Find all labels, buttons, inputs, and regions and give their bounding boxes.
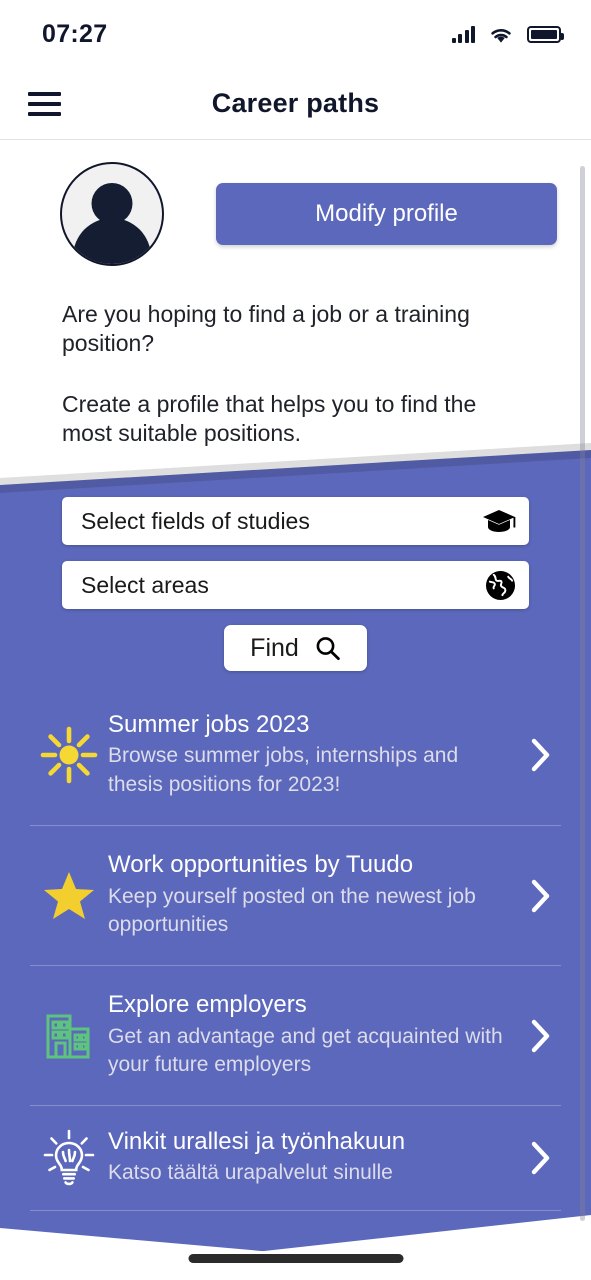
lightbulb-icon <box>30 1129 108 1187</box>
select-areas-label: Select areas <box>81 571 209 598</box>
find-button-label: Find <box>250 633 299 662</box>
list-item[interactable]: Summer jobs 2023 Browse summer jobs, int… <box>30 685 561 825</box>
signal-bars-icon <box>451 25 475 43</box>
career-links-list: Summer jobs 2023 Browse summer jobs, int… <box>0 685 591 1211</box>
profile-header: Modify profile <box>0 162 591 266</box>
find-button[interactable]: Find <box>224 625 367 671</box>
avatar-body <box>73 218 151 264</box>
intro-text-block: Are you hoping to find a job or a traini… <box>62 300 531 448</box>
chevron-right-icon[interactable] <box>521 1019 561 1053</box>
list-item-subtitle: Keep yourself posted on the newest job o… <box>108 884 476 937</box>
home-indicator-bar <box>188 1254 403 1263</box>
app-bar: Career paths <box>0 68 591 140</box>
chevron-right-icon[interactable] <box>521 879 561 913</box>
list-item-subtitle: Get an advantage and get acquainted with… <box>108 1024 503 1077</box>
search-filter-area: Select fields of studies Select areas Fi… <box>0 497 591 671</box>
status-bar: 07:27 <box>0 0 591 68</box>
globe-icon <box>485 570 516 600</box>
chevron-right-icon[interactable] <box>521 738 561 772</box>
select-fields-label: Select fields of studies <box>81 507 310 534</box>
list-item-text: Vinkit urallesi ja työnhakuun Katso tääl… <box>108 1128 521 1188</box>
list-item-text: Explore employers Get an advantage and g… <box>108 991 521 1079</box>
list-item-subtitle: Browse summer jobs, internships and thes… <box>108 744 459 796</box>
chevron-right-icon[interactable] <box>521 1141 561 1175</box>
star-icon <box>30 869 108 923</box>
wifi-icon <box>491 28 511 43</box>
list-bottom-divider <box>30 1210 561 1211</box>
list-item-title: Work opportunities by Tuudo <box>108 851 414 879</box>
list-item[interactable]: Vinkit urallesi ja työnhakuun Katso tääl… <box>30 1105 561 1210</box>
intro-paragraph-2: Create a profile that helps you to find … <box>62 390 477 446</box>
content-scroll-area: Modify profile Are you hoping to find a … <box>0 140 591 1280</box>
select-fields-of-studies[interactable]: Select fields of studies <box>62 497 529 545</box>
select-areas[interactable]: Select areas <box>62 561 529 609</box>
list-item-title: Summer jobs 2023 <box>108 710 310 738</box>
list-item[interactable]: Explore employers Get an advantage and g… <box>30 965 561 1105</box>
search-icon <box>316 636 340 660</box>
list-item-text: Summer jobs 2023 Browse summer jobs, int… <box>108 711 521 799</box>
status-time: 07:27 <box>42 19 108 48</box>
find-button-wrapper: Find <box>62 625 529 671</box>
graduation-cap-icon <box>483 510 516 532</box>
battery-full-icon <box>527 25 564 43</box>
list-item-title: Explore employers <box>108 991 307 1019</box>
list-item-subtitle: Katso täältä urapalvelut sinulle <box>108 1161 393 1185</box>
list-item-title: Vinkit urallesi ja työnhakuun <box>108 1128 406 1156</box>
sun-icon <box>30 726 108 784</box>
status-icons <box>451 25 564 44</box>
modify-profile-button[interactable]: Modify profile <box>216 183 557 245</box>
building-icon <box>30 1010 108 1062</box>
list-item-text: Work opportunities by Tuudo Keep yoursel… <box>108 851 521 939</box>
page-title: Career paths <box>211 88 380 118</box>
person-avatar-icon[interactable] <box>60 162 164 266</box>
hamburger-menu-icon[interactable] <box>28 91 61 116</box>
list-item[interactable]: Work opportunities by Tuudo Keep yoursel… <box>30 825 561 965</box>
intro-paragraph-1: Are you hoping to find a job or a traini… <box>62 301 470 356</box>
vertical-scrollbar[interactable] <box>580 166 585 1221</box>
